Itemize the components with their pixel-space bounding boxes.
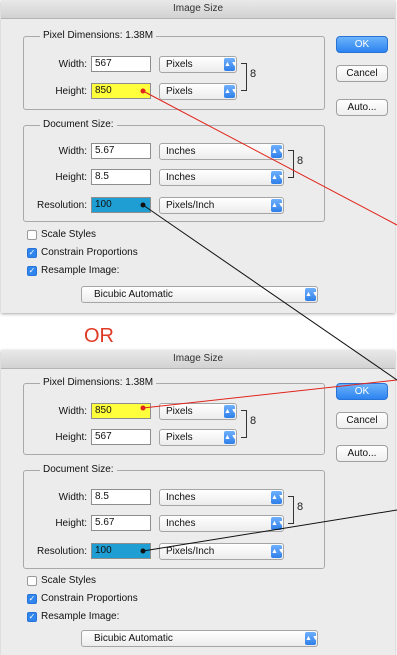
callout-dot: [140, 548, 146, 554]
black-callout-line: [142, 509, 397, 552]
callout-dot: [140, 405, 146, 411]
callout-dot: [140, 88, 146, 94]
callout-dot: [140, 202, 146, 208]
red-callout-line: [142, 379, 397, 409]
red-callout-line: [142, 90, 397, 226]
black-callout-line: [142, 204, 397, 381]
callout-overlay: [140, 88, 397, 554]
